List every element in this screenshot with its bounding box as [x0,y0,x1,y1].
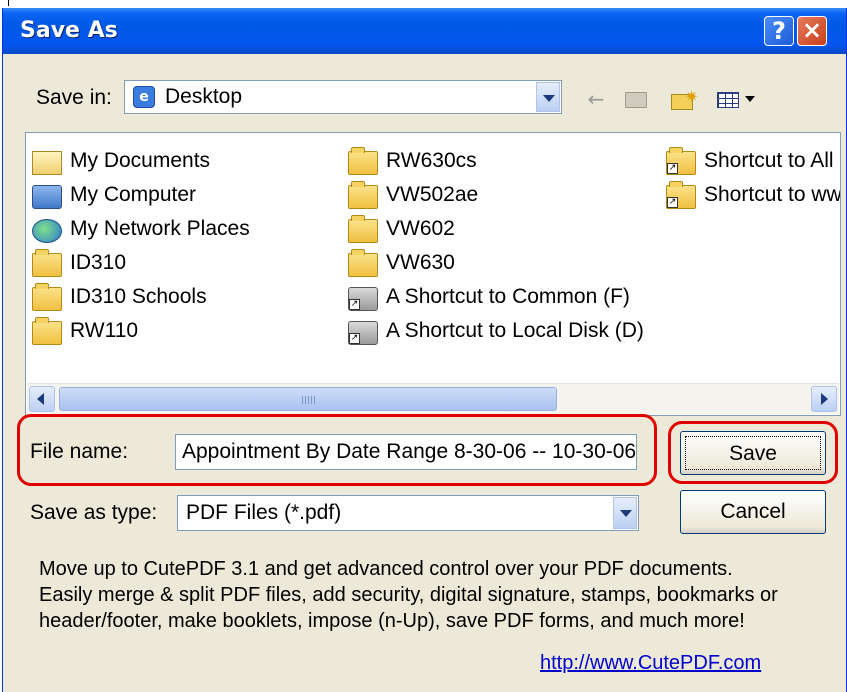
save-in-label: Save in: [36,86,112,109]
scroll-right-icon[interactable] [811,386,837,412]
horizontal-scrollbar[interactable] [27,383,839,414]
file-list[interactable]: My Documents My Computer My Network Plac… [25,132,841,416]
promo-line: Move up to CutePDF 3.1 and get advanced … [39,558,733,580]
up-one-level-icon[interactable] [621,86,651,112]
save-as-dialog: Save As ? × Save in: e Desktop ← ✷ My Do… [2,8,847,692]
text-cursor-fragment [8,0,9,6]
cutepdf-link[interactable]: http://www.CutePDF.com [540,652,761,675]
save-as-type-value: PDF Files (*.pdf) [186,501,342,524]
folder-icon [348,249,378,277]
promo-text: Move up to CutePDF 3.1 and get advanced … [39,556,839,634]
chevron-down-icon[interactable] [536,82,560,112]
network-places-icon [32,219,62,243]
list-item-label: ID310 Schools [70,285,207,308]
list-item-label: RW110 [70,319,139,342]
scrollbar-thumb[interactable] [59,387,557,411]
list-item-label: Shortcut to All [704,149,834,172]
scroll-left-icon[interactable] [29,386,55,412]
top-edge-fragment [0,0,847,8]
list-item-label: My Computer [70,183,197,206]
folder-icon [348,147,378,175]
folder-icon [348,181,378,209]
list-item-label: VW502ae [386,183,479,206]
my-documents-icon [32,151,62,175]
list-item-label: My Documents [70,149,211,172]
folder-icon [348,215,378,243]
file-name-label: File name: [30,440,129,463]
save-as-type-dropdown[interactable]: PDF Files (*.pdf) [177,495,639,531]
help-button[interactable]: ? [764,16,794,46]
my-computer-icon [32,185,62,209]
desktop-icon: e [133,86,155,108]
list-item-label: My Network Places [70,217,250,240]
save-in-value: Desktop [165,85,243,108]
list-item-label: Shortcut to ww [704,183,841,206]
promo-line: Easily merge & split PDF files, add secu… [39,584,778,606]
close-button[interactable]: × [797,16,827,46]
folder-shortcut-icon: ↗ [666,147,696,175]
list-item-label: A Shortcut to Common (F) [386,285,630,308]
list-item-label: VW602 [386,217,455,240]
save-button[interactable]: Save [680,431,826,475]
chevron-down-icon[interactable] [613,497,637,529]
new-folder-icon[interactable]: ✷ [667,86,701,112]
folder-icon [32,317,62,345]
file-name-field[interactable]: Appointment By Date Range 8-30-06 -- 10-… [175,434,637,470]
promo-line: header/footer, make booklets, impose (n-… [39,610,745,632]
dialog-title: Save As [20,18,118,43]
list-item-label: RW630cs [386,149,477,172]
list-item-label: A Shortcut to Local Disk (D) [386,319,644,342]
save-in-dropdown[interactable]: e Desktop [124,80,562,114]
folder-icon [32,283,62,311]
network-drive-shortcut-icon: ↗ [348,287,378,311]
view-menu-icon[interactable] [711,86,761,112]
title-bar[interactable]: Save As ? × [3,8,846,54]
drive-shortcut-icon: ↗ [348,321,378,345]
folder-shortcut-icon: ↗ [666,181,696,209]
back-icon[interactable]: ← [581,86,611,112]
cancel-button[interactable]: Cancel [680,490,826,534]
list-item-label: ID310 [70,251,127,274]
list-item-label: VW630 [386,251,455,274]
folder-icon [32,249,62,277]
save-as-type-label: Save as type: [30,501,158,524]
save-button-label: Save [685,436,821,470]
